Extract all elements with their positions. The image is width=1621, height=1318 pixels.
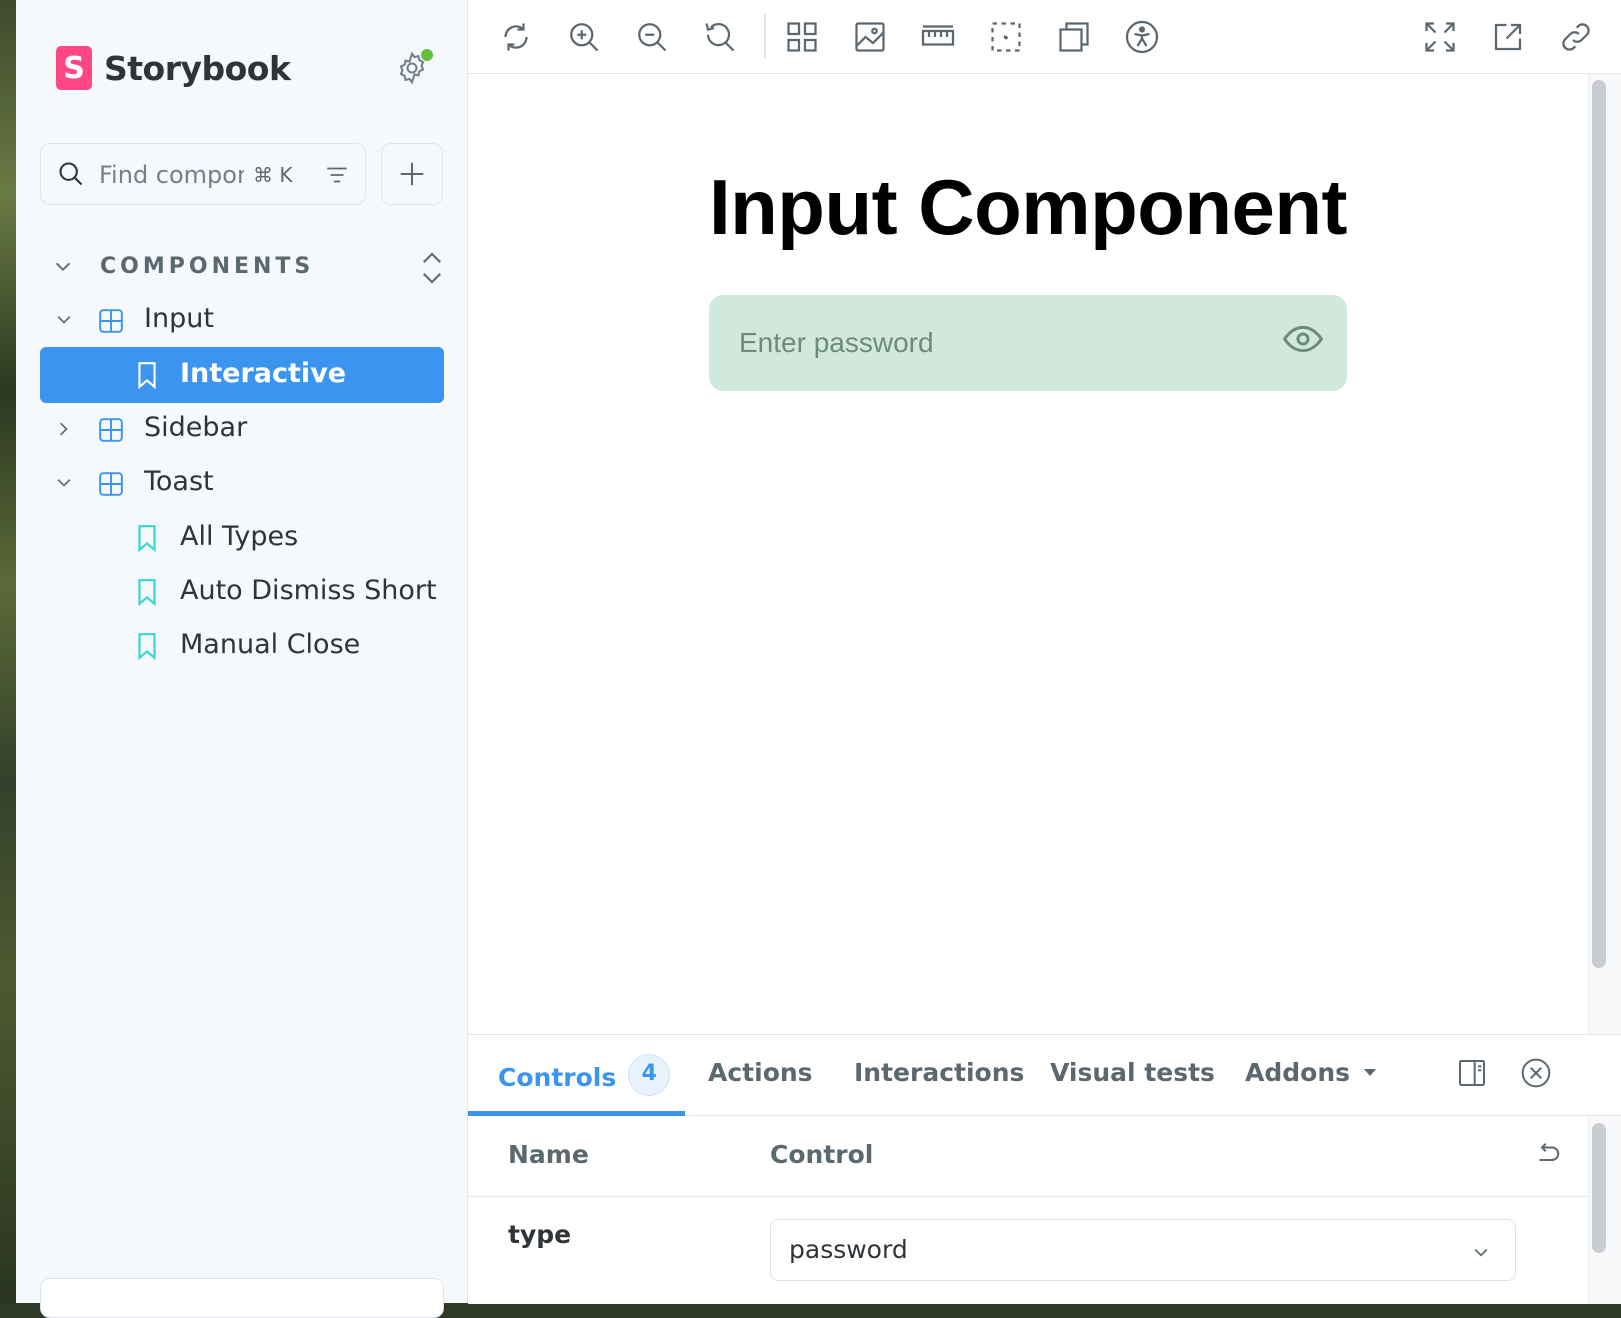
zoom-out-button[interactable] bbox=[634, 19, 670, 55]
caret-down-icon bbox=[1364, 1068, 1376, 1076]
page-title: Input Component bbox=[708, 163, 1348, 251]
tab-interactions[interactable]: Interactions bbox=[854, 1058, 1024, 1087]
tree-item-label: Sidebar bbox=[144, 412, 248, 443]
tree-item-label: All Types bbox=[180, 521, 299, 552]
zoom-in-button[interactable] bbox=[566, 19, 602, 55]
bookmark-icon bbox=[138, 579, 156, 606]
section-label: COMPONENTS bbox=[100, 254, 315, 279]
component-icon bbox=[99, 472, 123, 496]
fullscreen-button[interactable] bbox=[1422, 19, 1458, 55]
chevron-right-icon bbox=[60, 422, 68, 436]
tree-component-input[interactable]: Input bbox=[40, 292, 444, 348]
plus-icon bbox=[400, 162, 424, 186]
desktop-background bbox=[0, 0, 16, 1303]
eye-icon[interactable] bbox=[1283, 323, 1323, 355]
expand-collapse-icon[interactable] bbox=[418, 250, 446, 286]
storybook-logo-icon: S bbox=[56, 46, 92, 90]
control-row-name: type bbox=[508, 1220, 572, 1249]
copy-link-icon bbox=[1562, 23, 1590, 51]
search-shortcut: ⌘ K bbox=[253, 163, 293, 187]
canvas-scrollbar[interactable] bbox=[1592, 80, 1606, 968]
chevron-down-icon bbox=[55, 262, 71, 272]
tab-controls[interactable]: Controls 4 bbox=[498, 1054, 671, 1100]
component-icon bbox=[99, 418, 123, 442]
chevron-down-icon bbox=[57, 479, 71, 487]
sidebar-footer-card[interactable] bbox=[40, 1278, 444, 1318]
tree-item-label: Input bbox=[144, 303, 214, 334]
reset-controls-icon[interactable] bbox=[1532, 1140, 1562, 1170]
tab-label: Addons bbox=[1245, 1058, 1350, 1087]
tree-story-interactive[interactable]: Interactive bbox=[40, 347, 444, 403]
password-input[interactable]: Enter password bbox=[709, 295, 1347, 391]
grid-icon bbox=[787, 22, 817, 52]
panel-orientation-icon[interactable] bbox=[1456, 1057, 1488, 1089]
tree-story-manual-close[interactable]: Manual Close bbox=[40, 618, 444, 674]
zoom-reset-icon bbox=[705, 22, 735, 52]
filter-icon[interactable] bbox=[323, 162, 351, 188]
zoom-reset-button[interactable] bbox=[702, 19, 738, 55]
zoom-out-icon bbox=[638, 23, 667, 52]
type-select[interactable]: password bbox=[770, 1219, 1516, 1281]
reload-button[interactable] bbox=[498, 19, 534, 55]
search-placeholder: Find components bbox=[99, 161, 244, 189]
tab-label: Controls bbox=[498, 1063, 617, 1092]
tab-actions[interactable]: Actions bbox=[708, 1058, 813, 1087]
tree-item-label: Interactive bbox=[180, 358, 347, 389]
bookmark-icon bbox=[138, 633, 156, 660]
addon-panel: Controls 4 Actions Interactions Visual te… bbox=[468, 1034, 1621, 1304]
add-story-button[interactable] bbox=[381, 143, 443, 205]
grid-button[interactable] bbox=[784, 19, 820, 55]
measure-icon bbox=[921, 25, 955, 46]
section-components[interactable]: COMPONENTS bbox=[52, 250, 452, 286]
select-value: password bbox=[789, 1235, 908, 1264]
bookmark-icon bbox=[138, 525, 156, 552]
accessibility-icon bbox=[1125, 20, 1159, 54]
background-icon bbox=[855, 22, 885, 52]
open-new-tab-icon bbox=[1494, 23, 1522, 51]
controls-count-badge: 4 bbox=[628, 1054, 671, 1096]
preview-toolbar bbox=[468, 0, 1621, 74]
tab-addons[interactable]: Addons bbox=[1245, 1058, 1376, 1087]
outline-icon bbox=[991, 22, 1021, 52]
close-panel-icon[interactable] bbox=[1520, 1057, 1552, 1089]
app-title: Storybook bbox=[104, 48, 291, 88]
measure-button[interactable] bbox=[920, 19, 956, 55]
preview-canvas: Input Component Enter password bbox=[468, 74, 1588, 1034]
brand[interactable]: S Storybook bbox=[56, 46, 291, 90]
viewport-button[interactable] bbox=[1056, 19, 1092, 55]
accessibility-button[interactable] bbox=[1124, 19, 1160, 55]
chevron-down-icon bbox=[57, 316, 71, 324]
open-new-tab-button[interactable] bbox=[1490, 19, 1526, 55]
tree-item-label: Manual Close bbox=[180, 629, 361, 660]
column-header-name: Name bbox=[508, 1140, 589, 1169]
viewport-icon bbox=[1059, 22, 1089, 52]
sidebar: S Storybook Find components ⌘ K COMPONEN… bbox=[16, 0, 468, 1318]
tree-story-auto-dismiss-short[interactable]: Auto Dismiss Short bbox=[40, 564, 444, 620]
fullscreen-icon bbox=[1425, 22, 1455, 52]
chevron-down-icon bbox=[1474, 1248, 1488, 1257]
toolbar-divider bbox=[764, 14, 766, 58]
tab-visual-tests[interactable]: Visual tests bbox=[1050, 1058, 1215, 1087]
column-header-control: Control bbox=[770, 1140, 874, 1169]
tree-item-label: Toast bbox=[144, 466, 214, 497]
background-button[interactable] bbox=[852, 19, 888, 55]
panel-tabs: Controls 4 Actions Interactions Visual te… bbox=[468, 1035, 1621, 1116]
search-icon bbox=[59, 162, 83, 186]
tree-component-toast[interactable]: Toast bbox=[40, 455, 444, 511]
component-icon bbox=[99, 309, 123, 333]
tree-story-all-types[interactable]: All Types bbox=[40, 510, 444, 566]
outline-button[interactable] bbox=[988, 19, 1024, 55]
copy-link-button[interactable] bbox=[1558, 19, 1594, 55]
tree-item-label: Auto Dismiss Short bbox=[180, 575, 437, 606]
search-input[interactable]: Find components ⌘ K bbox=[40, 143, 366, 205]
update-status-badge bbox=[420, 48, 434, 62]
controls-table-header: Name Control bbox=[468, 1116, 1588, 1197]
tree-component-sidebar[interactable]: Sidebar bbox=[40, 401, 444, 457]
panel-scrollbar[interactable] bbox=[1592, 1123, 1606, 1253]
password-placeholder: Enter password bbox=[739, 327, 934, 358]
zoom-in-icon bbox=[570, 23, 599, 52]
reload-icon bbox=[504, 23, 528, 51]
bookmark-icon bbox=[138, 362, 156, 389]
